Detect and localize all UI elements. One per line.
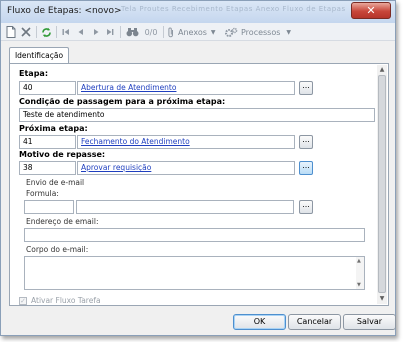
next-icon[interactable] (91, 25, 101, 39)
ativar-label: Ativar Fluxo Tarefa (31, 296, 101, 305)
prev-icon[interactable] (76, 25, 86, 39)
etapa-lookup-button[interactable]: ... (299, 81, 313, 95)
scroll-up-icon[interactable]: ▲ (378, 66, 386, 74)
first-icon[interactable] (61, 25, 71, 39)
etapa-name-field[interactable]: Abertura de Atendimento (77, 81, 295, 95)
email-body-textarea[interactable]: ▲ ▼ (24, 256, 365, 290)
gears-icon (225, 27, 238, 37)
attachments-menu[interactable]: Anexos ▼ (167, 25, 221, 39)
motivo-name-link[interactable]: Aprovar requisição (81, 163, 151, 172)
email-group-label: Envio de e-mail (26, 178, 85, 187)
panel-scrollbar[interactable]: ▲ ▼ (377, 65, 387, 304)
record-counter: 0/0 (144, 27, 158, 37)
formula-code-field[interactable] (24, 200, 74, 214)
scroll-down-icon[interactable]: ▼ (357, 282, 361, 288)
checkmark-icon: ✓ (20, 297, 26, 305)
proxima-label: Próxima etapa: (19, 124, 88, 133)
email-address-field[interactable] (24, 228, 365, 242)
scroll-up-icon[interactable]: ▲ (357, 258, 361, 264)
formula-name-field[interactable] (76, 200, 294, 214)
processes-menu[interactable]: Processos ▼ (225, 25, 301, 39)
textarea-scrollbar[interactable]: ▲ ▼ (356, 257, 364, 289)
chevron-down-icon: ▼ (210, 28, 216, 36)
toolbar: 0/0 Anexos ▼ Processos ▼ (1, 23, 395, 41)
toolbar-separator (36, 26, 37, 38)
dialog-window: Fluxo de Etapas: <novo> Tela Proutes Rec… (0, 0, 396, 336)
motivo-code-field[interactable]: 38 (19, 161, 76, 175)
new-icon[interactable] (5, 25, 17, 39)
save-button[interactable]: Salvar (343, 314, 396, 330)
etapa-code-field[interactable]: 40 (19, 81, 76, 95)
proxima-name-link[interactable]: Fechamento do Atendimento (81, 137, 190, 146)
proxima-code-field[interactable]: 41 (19, 135, 76, 149)
delete-icon[interactable] (20, 25, 32, 39)
chevron-down-icon: ▼ (286, 28, 292, 36)
toolbar-separator (56, 26, 57, 38)
refresh-icon[interactable] (40, 25, 52, 39)
cancel-button[interactable]: Cancelar (288, 314, 341, 330)
toolbar-separator (120, 26, 121, 38)
ok-button[interactable]: OK (233, 314, 286, 330)
etapa-label: Etapa: (19, 69, 49, 78)
window-title: Fluxo de Etapas: <novo> (7, 6, 122, 16)
close-button[interactable]: ✕ (351, 2, 391, 19)
title-bar: Fluxo de Etapas: <novo> Tela Proutes Rec… (1, 1, 395, 23)
formula-lookup-button[interactable]: ... (299, 200, 313, 214)
tab-identificacao[interactable]: Identificação (9, 47, 69, 64)
toolbar-separator (163, 26, 164, 38)
condicao-field[interactable]: Teste de atendimento (19, 108, 375, 122)
email-address-label: Endereço de email: (26, 217, 99, 226)
proxima-lookup-button[interactable]: ... (299, 135, 313, 149)
identification-panel: Etapa: 40 Abertura de Atendimento ... Co… (9, 63, 389, 306)
condicao-label: Condição de passagem para a próxima etap… (19, 97, 226, 106)
paperclip-icon (168, 27, 173, 37)
scrollbar-thumb[interactable] (378, 75, 386, 293)
last-icon[interactable] (105, 25, 115, 39)
motivo-name-field[interactable]: Aprovar requisição (77, 161, 295, 175)
ativar-checkbox[interactable]: ✓ (19, 297, 27, 305)
binoculars-icon[interactable] (125, 25, 139, 39)
background-menu-ghost: Tela Proutes Recebimento Etapas Anexo Fl… (121, 5, 346, 13)
proxima-name-field[interactable]: Fechamento do Atendimento (77, 135, 295, 149)
etapa-name-link[interactable]: Abertura de Atendimento (81, 83, 176, 92)
formula-label: Formula: (26, 189, 59, 198)
motivo-label: Motivo de repasse: (19, 150, 106, 159)
email-body-label: Corpo do e-mail: (26, 245, 89, 254)
scroll-down-icon[interactable]: ▼ (378, 295, 386, 303)
motivo-lookup-button[interactable]: ... (299, 161, 313, 175)
